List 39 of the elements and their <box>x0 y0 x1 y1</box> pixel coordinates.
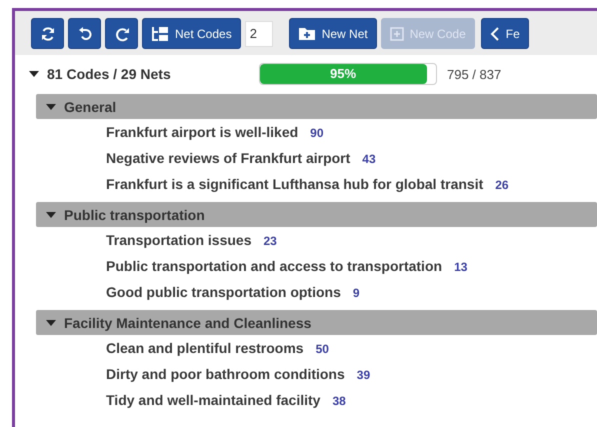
code-count: 26 <box>495 177 509 194</box>
code-label[interactable]: Frankfurt is a significant Lufthansa hub for global transit <box>106 171 484 197</box>
summary-label: 81 Codes / 29 Nets <box>47 66 172 82</box>
code-label[interactable]: Good public transportation options <box>106 279 341 305</box>
group-header[interactable]: General <box>36 94 597 119</box>
code-count: 50 <box>316 341 329 358</box>
folder-plus-icon <box>298 26 316 41</box>
code-count: 23 <box>263 233 277 250</box>
plus-square-icon <box>390 26 404 40</box>
refresh-button[interactable] <box>31 18 64 49</box>
code-label[interactable]: Clean and plentiful restrooms <box>106 335 304 361</box>
code-label[interactable]: Negative reviews of Frankfurt airport <box>106 145 350 171</box>
code-count: 43 <box>362 151 376 168</box>
code-count: 38 <box>332 393 346 410</box>
undo-icon <box>76 26 92 42</box>
redo-icon <box>114 26 130 42</box>
code-label[interactable]: Tidy and well-maintained facility <box>106 387 320 413</box>
group-header[interactable]: Public transportation <box>36 202 597 227</box>
code-label[interactable]: Frankfurt airport is well-liked <box>106 119 298 145</box>
collapse-caret-icon[interactable] <box>29 71 39 77</box>
code-count: 9 <box>352 285 360 302</box>
undo-button[interactable] <box>68 18 101 49</box>
new-net-button[interactable]: New Net <box>288 18 377 49</box>
refresh-icon <box>40 26 56 42</box>
code-label[interactable]: Public transportation and access to transportation <box>106 253 442 279</box>
progress-label: 95% <box>328 66 358 81</box>
count-field[interactable]: 2 <box>244 20 273 46</box>
chevron-left-icon <box>490 26 500 40</box>
code-count: 90 <box>310 125 324 142</box>
group-header[interactable]: Facility Maintenance and Cleanliness <box>36 310 597 335</box>
code-count: 13 <box>454 259 468 276</box>
code-label[interactable]: Dirty and poor bathroom conditions <box>106 361 345 387</box>
code-label[interactable]: Transportation issues <box>106 227 252 253</box>
redo-button[interactable] <box>105 18 138 49</box>
code-count: 39 <box>356 367 370 384</box>
back-button[interactable]: Fe <box>480 18 529 49</box>
tree-icon <box>151 26 169 42</box>
net-codes-button[interactable]: Net Codes <box>142 18 241 49</box>
progress-count: 795 / 837 <box>447 66 502 82</box>
